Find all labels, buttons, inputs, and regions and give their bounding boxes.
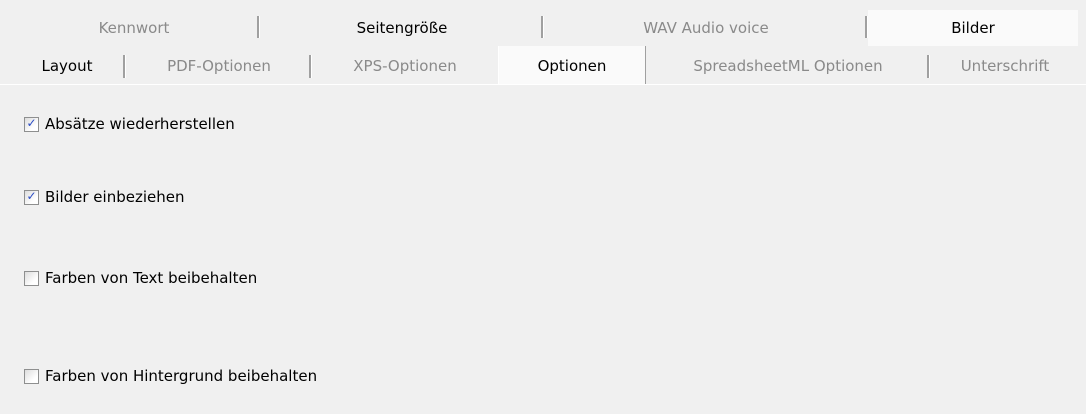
option-bilder-einbeziehen[interactable]: ✓ Bilder einbeziehen	[24, 188, 184, 206]
tab-label: Kennwort	[98, 19, 170, 37]
tab-label: Unterschrift	[960, 56, 1050, 75]
tab-label: XPS-Optionen	[353, 56, 457, 75]
tab-panel-border	[0, 84, 1086, 85]
checkbox[interactable]: ✓	[24, 270, 39, 286]
tab-label: PDF-Optionen	[167, 56, 271, 75]
checkbox[interactable]: ✓	[24, 189, 39, 205]
option-farben-von-text-beibehalten[interactable]: ✓ Farben von Text beibehalten	[24, 269, 257, 287]
check-mark-icon: ✓	[26, 116, 37, 130]
tab-spreadsheetml-optionen[interactable]: SpreadsheetML Optionen	[646, 46, 930, 85]
tab-wav-audio-voice[interactable]: WAV Audio voice	[544, 10, 868, 46]
checkbox[interactable]: ✓	[24, 116, 39, 132]
tab-label: Seitengröße	[356, 19, 448, 37]
tab-label: Layout	[41, 56, 93, 75]
tab-label: WAV Audio voice	[643, 19, 769, 37]
tab-label: Bilder	[951, 19, 995, 37]
option-label: Farben von Hintergrund beibehalten	[45, 367, 318, 385]
tab-seitengroesse[interactable]: Seitengröße	[260, 10, 544, 46]
checkbox[interactable]: ✓	[24, 368, 39, 384]
option-label: Farben von Text beibehalten	[45, 269, 258, 287]
tab-bilder[interactable]: Bilder	[868, 10, 1078, 46]
tab-xps-optionen[interactable]: XPS-Optionen	[312, 46, 498, 85]
tab-label: Optionen	[537, 56, 607, 75]
check-mark-icon: ✓	[26, 189, 37, 203]
tab-pdf-optionen[interactable]: PDF-Optionen	[126, 46, 312, 85]
tab-kennwort[interactable]: Kennwort	[8, 10, 260, 46]
tab-row-bottom: Layout PDF-Optionen XPS-Optionen Optione…	[8, 46, 1078, 85]
option-label: Bilder einbeziehen	[45, 188, 185, 206]
tab-layout[interactable]: Layout	[8, 46, 126, 85]
tab-row-top: Kennwort Seitengröße WAV Audio voice Bil…	[8, 10, 1078, 46]
option-farben-von-hintergrund-beibehalten[interactable]: ✓ Farben von Hintergrund beibehalten	[24, 367, 317, 385]
option-absaetze-wiederherstellen[interactable]: ✓ Absätze wiederherstellen	[24, 115, 235, 133]
tab-optionen[interactable]: Optionen	[498, 46, 646, 85]
option-label: Absätze wiederherstellen	[45, 115, 235, 133]
tab-label: SpreadsheetML Optionen	[693, 56, 883, 75]
tab-unterschrift[interactable]: Unterschrift	[930, 46, 1080, 85]
